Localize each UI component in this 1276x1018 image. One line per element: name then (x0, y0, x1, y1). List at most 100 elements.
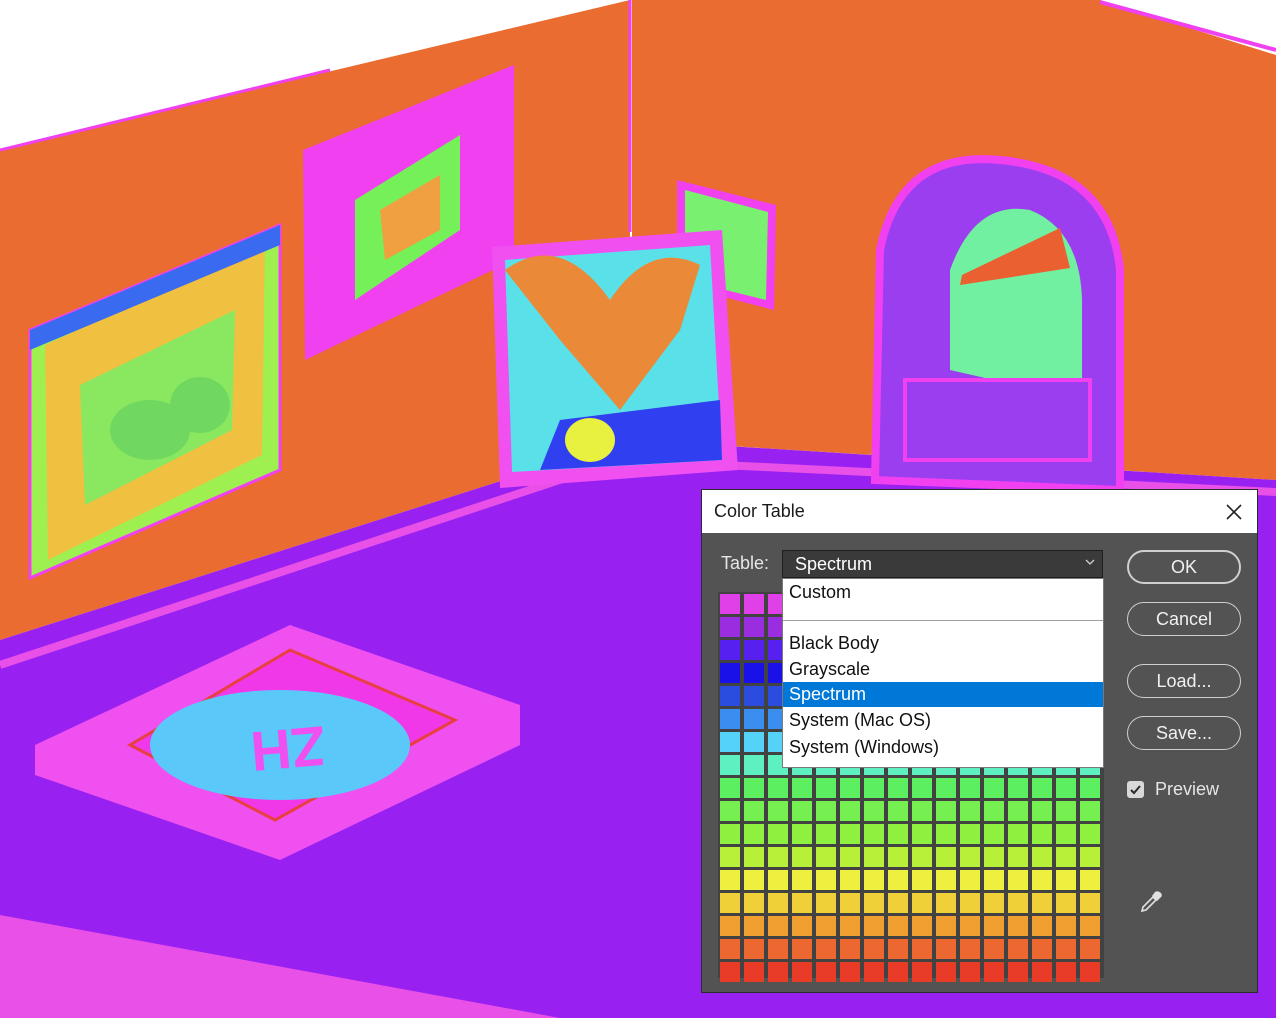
color-swatch[interactable] (744, 847, 764, 867)
color-swatch[interactable] (960, 916, 980, 936)
color-swatch[interactable] (936, 778, 956, 798)
color-swatch[interactable] (984, 801, 1004, 821)
color-swatch[interactable] (1008, 939, 1028, 959)
color-swatch[interactable] (888, 893, 908, 913)
preview-checkbox[interactable] (1127, 781, 1144, 798)
color-swatch[interactable] (840, 916, 860, 936)
color-swatch[interactable] (816, 916, 836, 936)
color-swatch[interactable] (888, 824, 908, 844)
color-swatch[interactable] (1008, 870, 1028, 890)
color-swatch[interactable] (1056, 824, 1076, 844)
color-swatch[interactable] (1008, 778, 1028, 798)
color-swatch[interactable] (888, 939, 908, 959)
color-swatch[interactable] (744, 870, 764, 890)
cancel-button[interactable]: Cancel (1127, 602, 1241, 636)
color-swatch[interactable] (792, 893, 812, 913)
color-swatch[interactable] (840, 893, 860, 913)
color-swatch[interactable] (1056, 893, 1076, 913)
color-swatch[interactable] (912, 778, 932, 798)
color-swatch[interactable] (744, 640, 764, 660)
color-swatch[interactable] (936, 824, 956, 844)
color-swatch[interactable] (840, 824, 860, 844)
color-swatch[interactable] (1056, 962, 1076, 982)
color-swatch[interactable] (1080, 893, 1100, 913)
color-swatch[interactable] (1032, 847, 1052, 867)
color-swatch[interactable] (744, 824, 764, 844)
color-swatch[interactable] (888, 801, 908, 821)
color-swatch[interactable] (1080, 939, 1100, 959)
color-swatch[interactable] (864, 778, 884, 798)
color-swatch[interactable] (888, 778, 908, 798)
eyedropper-icon[interactable] (1138, 889, 1164, 915)
color-swatch[interactable] (816, 893, 836, 913)
color-swatch[interactable] (720, 732, 740, 752)
color-swatch[interactable] (744, 617, 764, 637)
color-swatch[interactable] (960, 962, 980, 982)
color-swatch[interactable] (936, 893, 956, 913)
color-swatch[interactable] (720, 617, 740, 637)
color-swatch[interactable] (960, 824, 980, 844)
color-swatch[interactable] (816, 939, 836, 959)
color-swatch[interactable] (1080, 778, 1100, 798)
color-swatch[interactable] (1056, 801, 1076, 821)
color-swatch[interactable] (984, 893, 1004, 913)
color-swatch[interactable] (720, 847, 740, 867)
color-swatch[interactable] (984, 916, 1004, 936)
color-swatch[interactable] (1008, 847, 1028, 867)
color-swatch[interactable] (840, 801, 860, 821)
color-swatch[interactable] (912, 824, 932, 844)
color-swatch[interactable] (720, 663, 740, 683)
color-swatch[interactable] (912, 939, 932, 959)
color-swatch[interactable] (1008, 916, 1028, 936)
color-swatch[interactable] (960, 847, 980, 867)
color-swatch[interactable] (864, 939, 884, 959)
color-swatch[interactable] (792, 824, 812, 844)
color-swatch[interactable] (1032, 916, 1052, 936)
color-swatch[interactable] (1056, 847, 1076, 867)
color-swatch[interactable] (720, 870, 740, 890)
color-swatch[interactable] (864, 801, 884, 821)
color-swatch[interactable] (744, 709, 764, 729)
color-swatch[interactable] (912, 893, 932, 913)
color-swatch[interactable] (816, 778, 836, 798)
color-swatch[interactable] (768, 962, 788, 982)
color-swatch[interactable] (792, 778, 812, 798)
color-swatch[interactable] (936, 916, 956, 936)
color-swatch[interactable] (792, 870, 812, 890)
color-swatch[interactable] (792, 847, 812, 867)
color-swatch[interactable] (936, 939, 956, 959)
color-swatch[interactable] (1032, 824, 1052, 844)
color-swatch[interactable] (912, 962, 932, 982)
color-swatch[interactable] (912, 870, 932, 890)
color-swatch[interactable] (960, 893, 980, 913)
option-black-body[interactable]: Black Body (783, 631, 1103, 656)
color-swatch[interactable] (984, 824, 1004, 844)
table-select[interactable]: Spectrum (782, 550, 1103, 578)
color-swatch[interactable] (936, 870, 956, 890)
color-swatch[interactable] (960, 801, 980, 821)
color-swatch[interactable] (1056, 939, 1076, 959)
color-swatch[interactable] (744, 962, 764, 982)
color-swatch[interactable] (984, 939, 1004, 959)
color-swatch[interactable] (1032, 939, 1052, 959)
color-swatch[interactable] (1008, 824, 1028, 844)
color-swatch[interactable] (720, 755, 740, 775)
color-swatch[interactable] (1080, 962, 1100, 982)
color-swatch[interactable] (960, 870, 980, 890)
color-swatch[interactable] (840, 778, 860, 798)
color-swatch[interactable] (936, 962, 956, 982)
color-swatch[interactable] (984, 778, 1004, 798)
color-swatch[interactable] (888, 962, 908, 982)
color-swatch[interactable] (1080, 801, 1100, 821)
color-swatch[interactable] (792, 939, 812, 959)
load-button[interactable]: Load... (1127, 664, 1241, 698)
color-swatch[interactable] (984, 962, 1004, 982)
color-swatch[interactable] (720, 893, 740, 913)
color-swatch[interactable] (1032, 870, 1052, 890)
close-button[interactable] (1217, 495, 1251, 529)
color-swatch[interactable] (984, 847, 1004, 867)
color-swatch[interactable] (768, 893, 788, 913)
color-swatch[interactable] (864, 847, 884, 867)
color-swatch[interactable] (816, 801, 836, 821)
color-swatch[interactable] (1008, 962, 1028, 982)
